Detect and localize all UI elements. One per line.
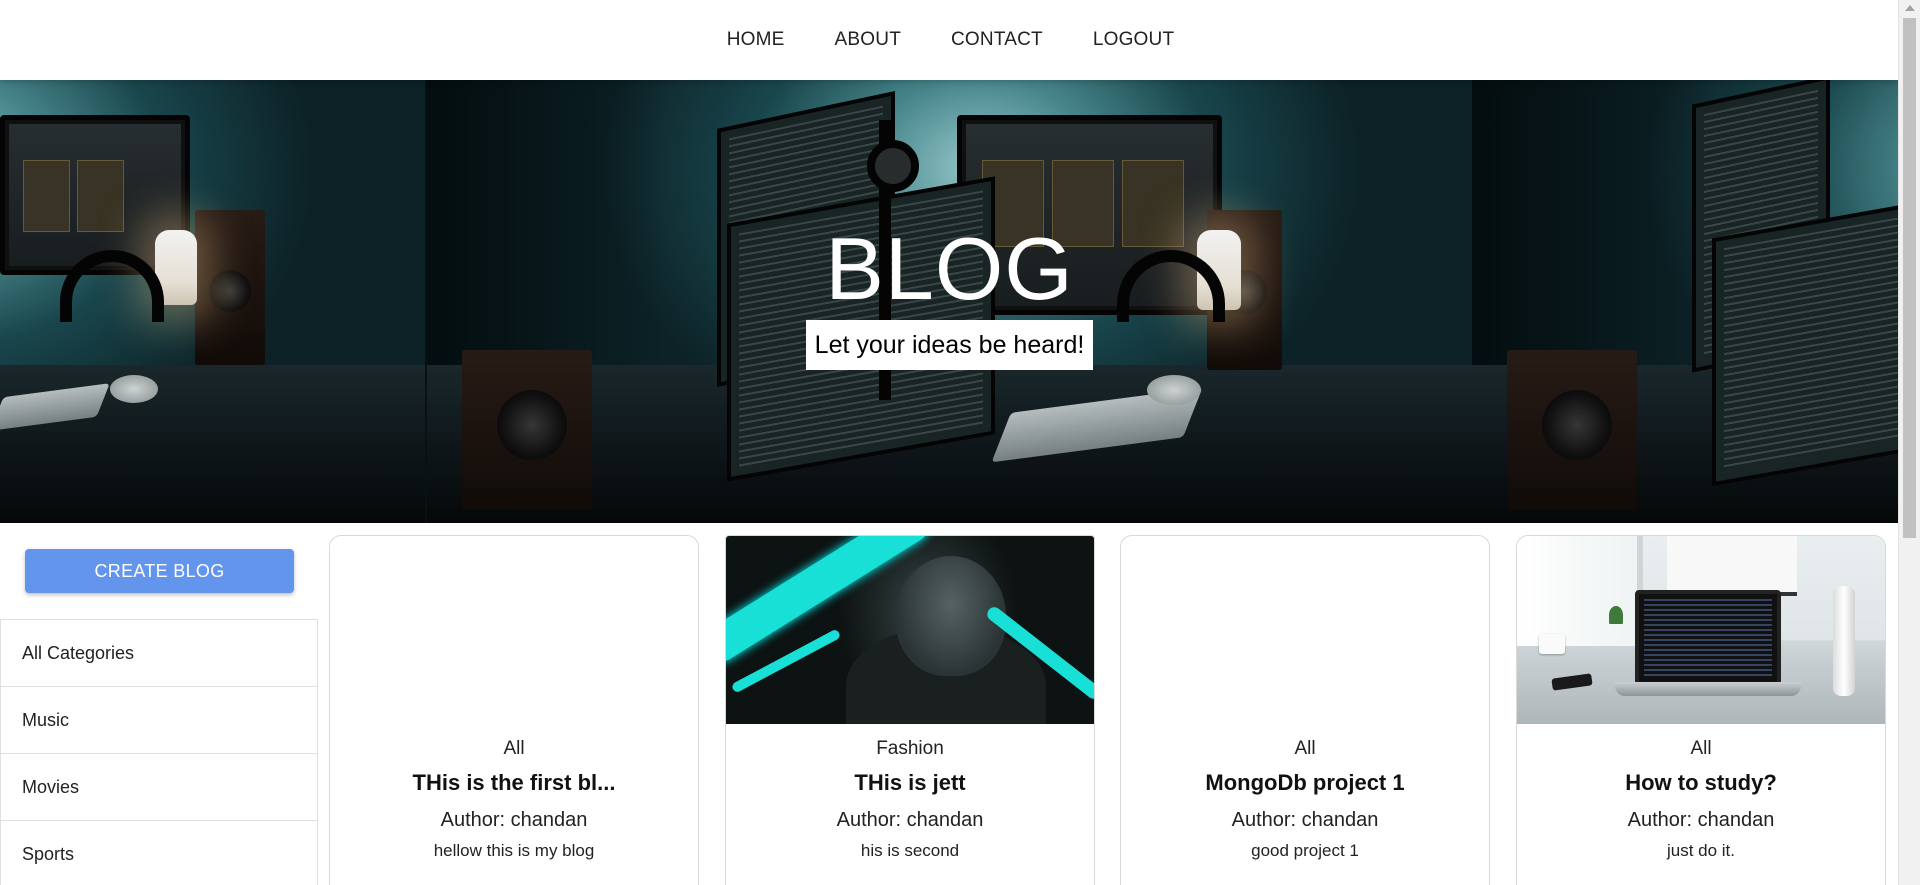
post-author: Author: chandan	[1231, 809, 1379, 831]
post-title: THis is the first bl...	[412, 770, 616, 795]
post-title: MongoDb project 1	[1205, 770, 1405, 795]
scroll-up-icon[interactable]	[1905, 5, 1915, 11]
post-card[interactable]: All THis is the first bl... Author: chan…	[329, 535, 699, 885]
post-image-empty	[330, 536, 698, 724]
top-nav: HOME ABOUT CONTACT LOGOUT	[0, 0, 1899, 80]
post-author: Author: chandan	[836, 809, 984, 831]
category-music[interactable]: Music	[1, 687, 317, 754]
hero-banner: BLOG Let your ideas be heard!	[0, 80, 1899, 523]
hero-subtitle: Let your ideas be heard!	[806, 320, 1093, 370]
page-scrollbar[interactable]	[1898, 0, 1920, 885]
post-card[interactable]: Fashion THis is jett Author: chandan his…	[725, 535, 1095, 885]
post-image	[1517, 536, 1885, 724]
category-all[interactable]: All Categories	[1, 620, 317, 687]
post-author: Author: chandan	[440, 809, 588, 831]
post-image	[726, 536, 1094, 724]
create-blog-button[interactable]: CREATE BLOG	[25, 549, 294, 593]
post-category: All	[503, 738, 525, 759]
post-description: good project 1	[1251, 841, 1359, 860]
category-movies[interactable]: Movies	[1, 754, 317, 821]
post-category: Fashion	[876, 738, 944, 759]
post-card[interactable]: All MongoDb project 1 Author: chandan go…	[1120, 535, 1490, 885]
nav-logout[interactable]: LOGOUT	[1068, 29, 1199, 51]
post-category: All	[1690, 738, 1712, 759]
nav-home[interactable]: HOME	[702, 29, 810, 51]
nav-contact[interactable]: CONTACT	[926, 29, 1068, 51]
category-list: All Categories Music Movies Sports	[0, 619, 318, 885]
post-image-empty	[1121, 536, 1489, 724]
post-description: hellow this is my blog	[433, 841, 595, 860]
nav-links: HOME ABOUT CONTACT LOGOUT	[702, 29, 1200, 51]
category-sports[interactable]: Sports	[1, 821, 317, 885]
post-category: All	[1294, 738, 1316, 759]
post-description: just do it.	[1666, 841, 1736, 860]
nav-about[interactable]: ABOUT	[810, 29, 926, 51]
post-title: How to study?	[1625, 770, 1777, 795]
scrollbar-thumb[interactable]	[1903, 18, 1916, 538]
post-description: his is second	[860, 841, 960, 860]
post-author: Author: chandan	[1627, 809, 1775, 831]
hero-title: BLOG	[825, 219, 1074, 318]
post-title: THis is jett	[854, 770, 966, 795]
post-card[interactable]: All How to study? Author: chandan just d…	[1516, 535, 1886, 885]
page: HOME ABOUT CONTACT LOGOUT BLOG Let your …	[0, 0, 1920, 885]
